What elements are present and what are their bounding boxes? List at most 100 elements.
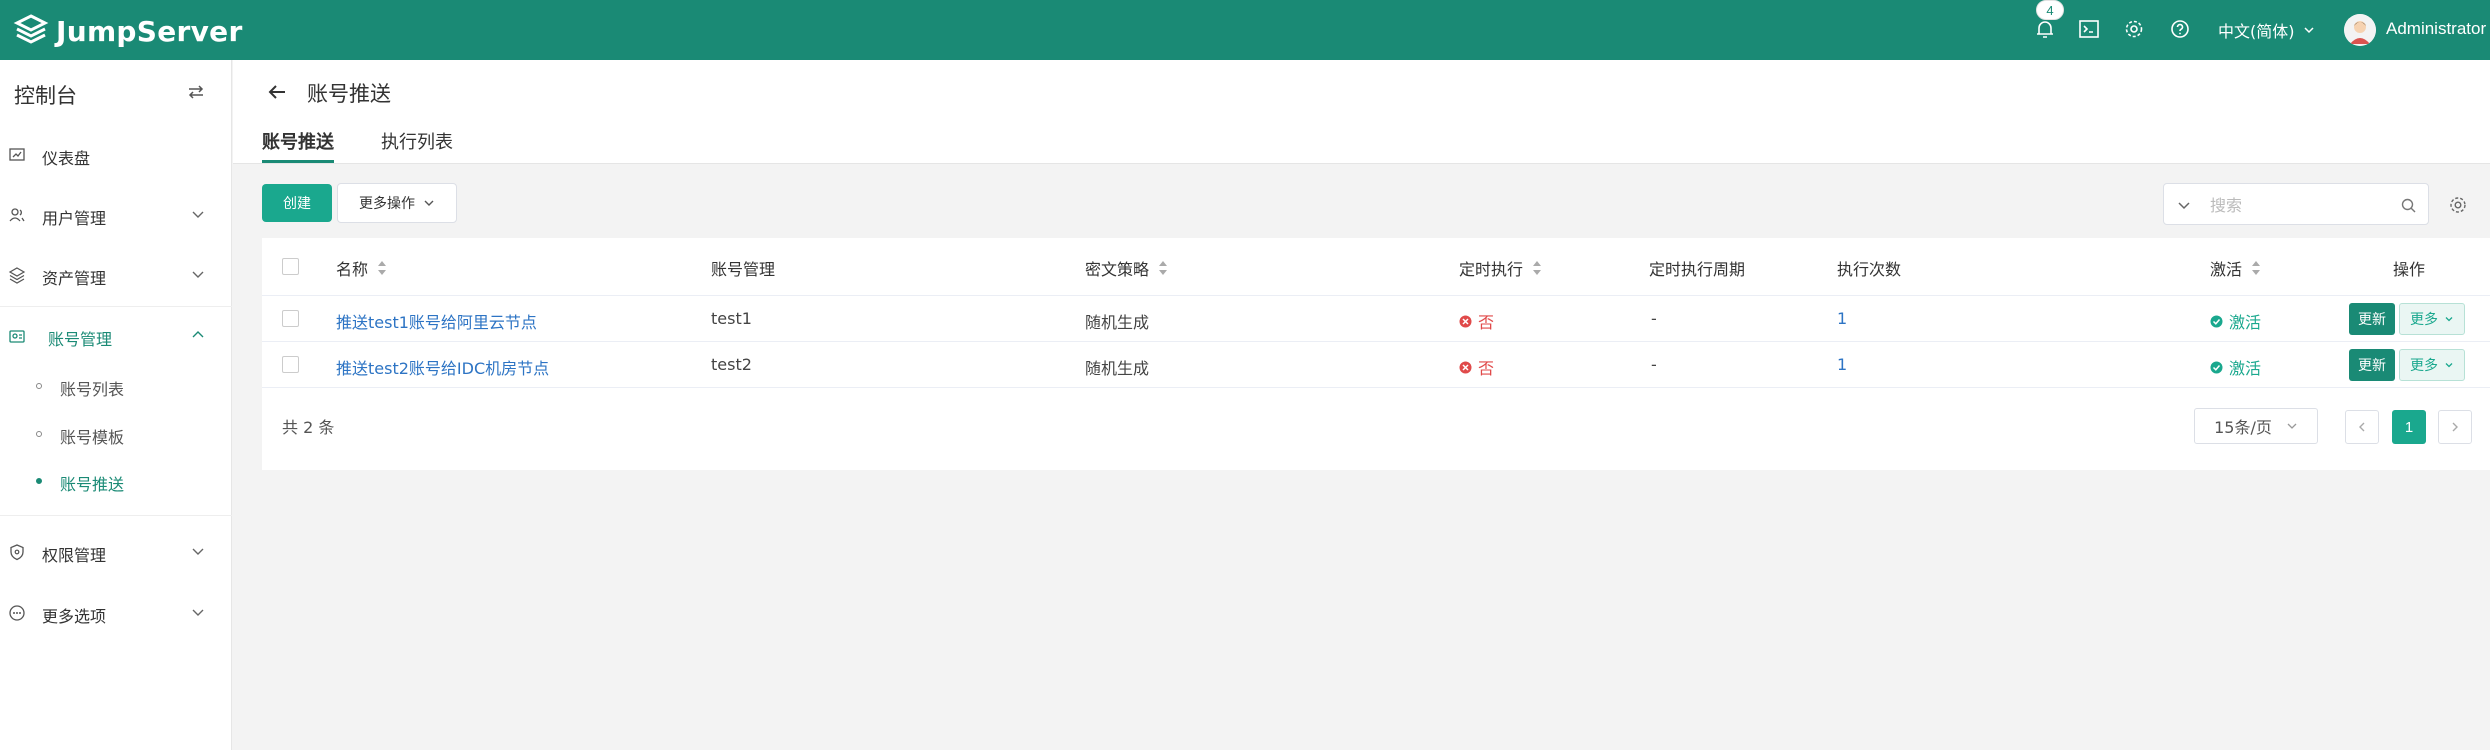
chevron-down-icon [192, 548, 204, 555]
column-header-label: 账号管理 [711, 260, 776, 279]
total-count: 共 2 条 [282, 418, 335, 437]
column-header-label: 执行次数 [1837, 260, 1902, 279]
terminal-icon[interactable] [2076, 16, 2102, 42]
sidebar-item-permissions[interactable]: 权限管理 [0, 529, 232, 575]
column-header-label: 激活 [2210, 260, 2243, 279]
more-dropdown-button[interactable]: 更多 [2399, 303, 2465, 335]
row-checkbox[interactable] [282, 310, 299, 327]
page-size-select[interactable]: 15条/页 [2194, 408, 2318, 444]
active-tab-indicator [262, 160, 334, 163]
sidebar-subitem-account-push[interactable]: 账号推送 [0, 458, 232, 504]
assets-icon [8, 267, 26, 284]
x-circle-icon [1459, 361, 1472, 373]
avatar[interactable] [2344, 14, 2376, 46]
row-period: - [1651, 309, 1657, 328]
check-circle-icon [2210, 361, 2223, 373]
column-header-label: 操作 [2393, 260, 2426, 279]
more-dropdown-button[interactable]: 更多 [2399, 349, 2465, 381]
sidebar-item-label: 更多选项 [42, 607, 107, 626]
row-account: test1 [711, 309, 752, 328]
help-icon[interactable] [2167, 16, 2193, 42]
column-header-period: 定时执行周期 [1649, 256, 1745, 280]
row-account: test2 [711, 355, 752, 374]
sidebar-item-users[interactable]: 用户管理 [0, 192, 232, 238]
sidebar-subitem-account-template[interactable]: 账号模板 [0, 411, 232, 457]
column-header-label: 名称 [336, 260, 369, 279]
row-name-link[interactable]: 推送test1账号给阿里云节点 [336, 309, 537, 333]
sort-icon[interactable] [1157, 259, 1169, 277]
sidebar-subitem-label: 账号模板 [60, 428, 125, 447]
username[interactable]: Administrator [2386, 19, 2486, 39]
tab-execution-list[interactable]: 执行列表 [381, 128, 453, 154]
language-selector[interactable]: 中文(简体) [2218, 18, 2315, 42]
update-button[interactable]: 更新 [2349, 349, 2395, 381]
chevron-up-icon [192, 331, 204, 338]
row-periodic-status: 否 [1459, 309, 1494, 333]
user-avatar-icon [2344, 14, 2376, 46]
update-button[interactable]: 更新 [2349, 303, 2395, 335]
back-arrow-icon[interactable] [265, 80, 289, 104]
table-row: 推送test2账号给IDC机房节点 test2 随机生成 否 - 1 激活 更新… [262, 342, 2490, 388]
tab-account-push[interactable]: 账号推送 [262, 128, 334, 154]
jumpserver-logo-icon [13, 14, 49, 44]
table-card: 名称 账号管理 密文策略 定时执行 定时执行周期 执行次数 激活 操作 推送te… [262, 238, 2490, 470]
column-header-active[interactable]: 激活 [2210, 256, 2262, 280]
dashboard-icon [9, 148, 25, 161]
row-checkbox[interactable] [282, 356, 299, 373]
x-circle-icon [1459, 315, 1472, 327]
sidebar-item-label: 资产管理 [42, 269, 107, 288]
sidebar-subitem-account-list[interactable]: 账号列表 [0, 363, 232, 409]
chevron-down-icon [424, 200, 434, 206]
sort-icon[interactable] [376, 259, 388, 277]
create-button[interactable]: 创建 [262, 184, 332, 222]
more-label: 更多 [2410, 358, 2438, 374]
row-periodic-status: 否 [1459, 355, 1494, 379]
sidebar-item-assets[interactable]: 资产管理 [0, 252, 232, 298]
switch-icon[interactable] [186, 82, 206, 102]
periodic-status-label: 否 [1478, 313, 1495, 332]
account-icon [9, 330, 25, 343]
chevron-down-icon [192, 271, 204, 278]
brand-logo[interactable]: JumpServer [12, 12, 243, 50]
gear-icon[interactable] [2121, 16, 2147, 42]
column-header-secret-strategy[interactable]: 密文策略 [1085, 256, 1169, 280]
sort-icon[interactable] [1531, 259, 1543, 277]
search-input[interactable] [2210, 192, 2390, 218]
bullet-icon [36, 431, 42, 437]
sidebar-item-more-options[interactable]: 更多选项 [0, 590, 232, 636]
column-header-periodic[interactable]: 定时执行 [1459, 256, 1543, 280]
search-icon[interactable] [2400, 197, 2417, 214]
top-header: JumpServer 4 中文(简体) Administrator [0, 0, 2490, 60]
more-icon [9, 605, 25, 621]
check-circle-icon [2210, 315, 2223, 327]
sidebar-subitem-label: 账号推送 [60, 475, 125, 494]
sidebar-item-dashboard[interactable]: 仪表盘 [0, 132, 232, 178]
more-actions-label: 更多操作 [359, 196, 415, 212]
search-box[interactable] [2163, 183, 2429, 225]
column-header-actions: 操作 [2393, 256, 2425, 280]
table-row: 推送test1账号给阿里云节点 test1 随机生成 否 - 1 激活 更新 更… [262, 296, 2490, 342]
page-number-current[interactable]: 1 [2392, 410, 2426, 444]
select-all-checkbox[interactable] [282, 258, 299, 275]
column-header-name[interactable]: 名称 [336, 256, 388, 280]
chevron-down-icon[interactable] [2176, 197, 2192, 213]
row-exec-count-link[interactable]: 1 [1837, 355, 1847, 374]
chevron-down-icon [2445, 363, 2453, 368]
sidebar-item-label: 账号管理 [48, 330, 113, 349]
row-secret-strategy: 随机生成 [1085, 313, 1150, 332]
sidebar-item-label: 权限管理 [42, 546, 107, 565]
prev-page-button[interactable] [2345, 410, 2379, 444]
next-page-button[interactable] [2438, 410, 2472, 444]
row-active-status: 激活 [2210, 309, 2261, 333]
column-header-label: 定时执行周期 [1649, 260, 1746, 279]
sidebar-item-accounts[interactable]: 账号管理 [0, 313, 232, 359]
column-header-label: 密文策略 [1085, 260, 1150, 279]
page-title: 账号推送 [307, 82, 391, 106]
users-icon [9, 208, 25, 222]
table-settings-gear-icon[interactable] [2448, 195, 2468, 215]
row-name-link[interactable]: 推送test2账号给IDC机房节点 [336, 355, 549, 379]
bullet-icon [36, 383, 42, 389]
sort-icon[interactable] [2250, 259, 2262, 277]
more-actions-dropdown[interactable]: 更多操作 [337, 183, 457, 223]
row-exec-count-link[interactable]: 1 [1837, 309, 1847, 328]
